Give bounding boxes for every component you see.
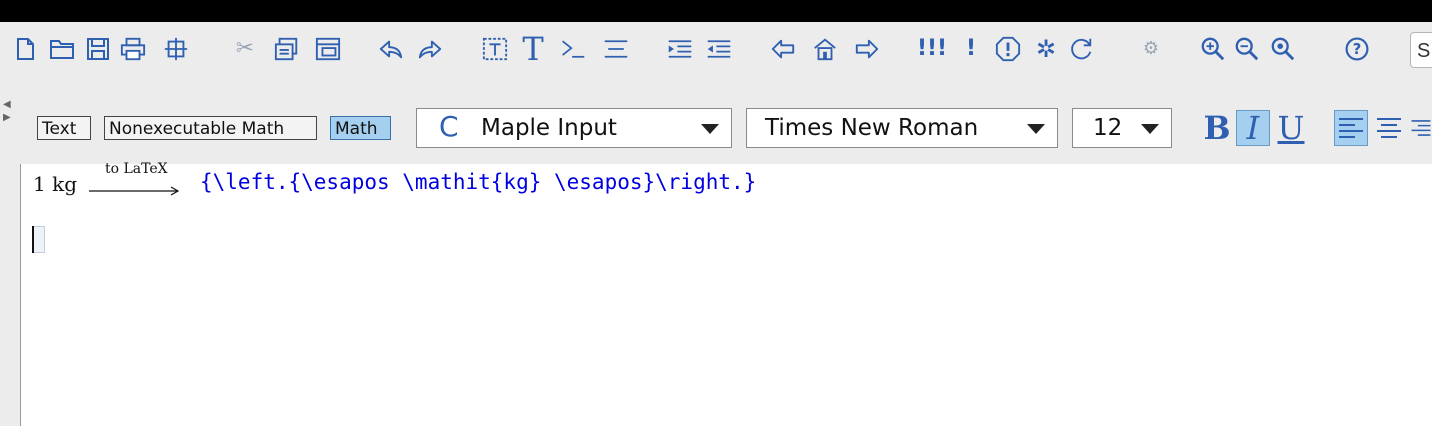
outdent-section-icon[interactable] xyxy=(603,36,629,62)
align-center-button[interactable] xyxy=(1372,110,1406,146)
insert-execution-group-icon[interactable]: T xyxy=(518,33,548,65)
execute-all-icon[interactable]: !!! xyxy=(917,36,947,62)
restart-icon[interactable] xyxy=(1068,36,1094,62)
settings-icon[interactable]: ⚙ xyxy=(1138,36,1164,62)
math-mode-button[interactable]: Math xyxy=(330,116,391,140)
cut-icon[interactable]: ✂ xyxy=(232,36,258,62)
maple-input-icon: C xyxy=(439,110,459,143)
latex-output: {\left.{\esapos \mathit{kg} \esapos}\rig… xyxy=(200,170,757,194)
zoom-in-icon[interactable] xyxy=(1200,36,1226,62)
text-cursor xyxy=(32,226,34,253)
chevron-down-icon xyxy=(1027,124,1045,134)
text-mode-button[interactable]: Text xyxy=(37,116,91,140)
open-folder-icon[interactable] xyxy=(49,36,75,62)
underline-button[interactable]: U xyxy=(1274,109,1308,147)
input-mode-value: Maple Input xyxy=(481,115,617,141)
input-expression[interactable]: 1 kg xyxy=(33,172,77,196)
bold-button[interactable]: B xyxy=(1200,109,1234,147)
new-document-icon[interactable] xyxy=(12,36,38,62)
align-center-icon xyxy=(1377,118,1401,138)
chevron-down-icon xyxy=(701,124,719,134)
copy-icon[interactable] xyxy=(274,36,300,62)
insert-text-icon[interactable] xyxy=(482,36,508,62)
nonexecutable-math-mode-button[interactable]: Nonexecutable Math xyxy=(104,116,317,140)
interrupt-icon[interactable] xyxy=(995,36,1021,62)
help-icon[interactable]: ? xyxy=(1344,36,1370,62)
save-icon[interactable] xyxy=(85,36,111,62)
context-menu-label: to LaTeX xyxy=(105,161,168,177)
back-icon[interactable] xyxy=(770,36,796,62)
undo-icon[interactable] xyxy=(378,36,404,62)
redo-icon[interactable] xyxy=(417,36,443,62)
input-mode-dropdown[interactable]: C Maple Input xyxy=(416,108,732,148)
align-left-button[interactable] xyxy=(1334,110,1368,146)
insert-section-icon[interactable] xyxy=(560,36,586,62)
home-icon[interactable] xyxy=(812,36,838,62)
paste-icon[interactable] xyxy=(315,36,341,62)
align-right-icon xyxy=(1411,120,1431,136)
forward-icon[interactable] xyxy=(854,36,880,62)
worksheet-area[interactable] xyxy=(20,164,1432,426)
zoom-fit-icon[interactable] xyxy=(1270,36,1296,62)
font-family-value: Times New Roman xyxy=(765,115,979,141)
debugger-icon[interactable]: ✲ xyxy=(1033,36,1059,62)
font-family-dropdown[interactable]: Times New Roman xyxy=(746,108,1058,148)
print-preview-icon[interactable] xyxy=(163,36,189,62)
align-left-icon xyxy=(1339,118,1363,138)
zoom-out-icon[interactable] xyxy=(1234,36,1260,62)
palette-toggle-arrows[interactable]: ◀ ▶ xyxy=(3,98,13,124)
align-right-button[interactable] xyxy=(1410,110,1432,146)
chevron-down-icon xyxy=(1141,124,1159,134)
print-icon[interactable] xyxy=(120,36,146,62)
right-arrow-icon xyxy=(89,186,180,196)
execute-icon[interactable]: ! xyxy=(958,36,984,62)
font-size-value: 12 xyxy=(1093,115,1123,141)
window-titlebar xyxy=(0,0,1432,22)
indent-section-icon[interactable] xyxy=(667,36,693,62)
italic-button[interactable]: I xyxy=(1236,109,1270,147)
help-glyph: ? xyxy=(1353,41,1362,58)
outdent-icon[interactable] xyxy=(706,36,732,62)
search-input[interactable]: S xyxy=(1410,32,1432,68)
font-size-dropdown[interactable]: 12 xyxy=(1072,108,1172,148)
